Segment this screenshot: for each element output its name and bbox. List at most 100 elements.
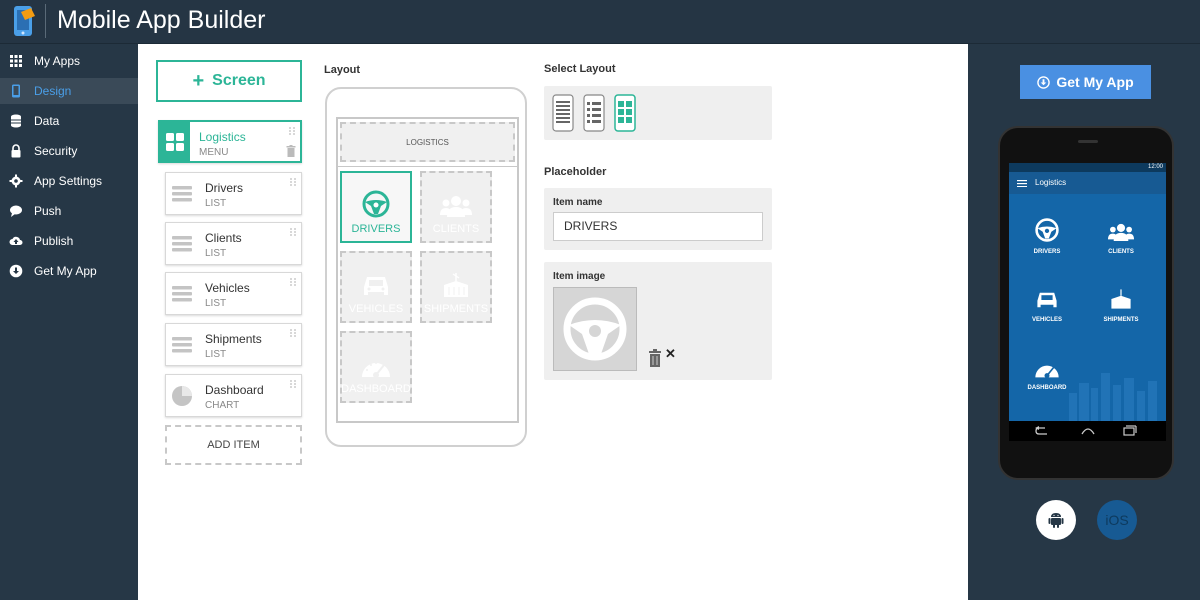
drag-handle-icon[interactable] bbox=[289, 177, 297, 187]
device-nav-bar bbox=[1009, 421, 1166, 441]
layout-phone-frame: LOGISTICS DRIVERS CLIENTS VEHICLES SHIPM… bbox=[325, 87, 527, 447]
layout-tile-shipments[interactable]: SHIPMENTS bbox=[420, 251, 492, 323]
sidebar-item-label: My Apps bbox=[34, 54, 81, 68]
drag-handle-icon[interactable] bbox=[288, 126, 296, 136]
back-icon[interactable] bbox=[1035, 426, 1049, 436]
pie-chart-icon bbox=[172, 386, 192, 406]
screen-item-type: LIST bbox=[205, 248, 227, 259]
drag-handle-icon[interactable] bbox=[289, 227, 297, 237]
preview-tile-label: VEHICLES bbox=[1031, 317, 1062, 323]
device-speaker bbox=[1078, 140, 1098, 143]
layout-tile-label: DRIVERS bbox=[351, 223, 401, 235]
cloud-upload-icon bbox=[9, 236, 23, 245]
sidebar-item-security[interactable]: Security bbox=[0, 138, 138, 164]
drag-handle-icon[interactable] bbox=[289, 379, 297, 389]
item-name-input[interactable]: DRIVERS bbox=[553, 212, 763, 241]
screen-item-name: Logistics bbox=[199, 130, 246, 144]
main-content: + Screen Logistics MENU Drivers LIST Cli… bbox=[138, 44, 968, 600]
screen-item-dashboard[interactable]: Dashboard CHART bbox=[165, 374, 302, 417]
screen-item-name: Drivers bbox=[205, 181, 243, 195]
grid-icon bbox=[10, 55, 22, 67]
sidebar-item-publish[interactable]: Publish bbox=[0, 228, 138, 254]
app-builder-logo-icon bbox=[14, 6, 35, 36]
item-image-label: Item image bbox=[553, 271, 606, 282]
gauge-icon bbox=[362, 362, 390, 378]
sidebar-item-my-apps[interactable]: My Apps bbox=[0, 48, 138, 74]
database-icon bbox=[11, 114, 21, 128]
get-my-app-button[interactable]: Get My App bbox=[1020, 65, 1151, 99]
screen-item-logistics[interactable]: Logistics MENU bbox=[158, 120, 302, 163]
preview-app-bar: Logistics bbox=[1009, 172, 1166, 194]
preview-tile-drivers[interactable]: DRIVERS bbox=[1017, 205, 1077, 255]
home-icon[interactable] bbox=[1080, 426, 1096, 436]
preview-tile-label: DRIVERS bbox=[1033, 249, 1061, 255]
item-image-panel: Item image ✕ bbox=[544, 262, 772, 380]
screen-item-vehicles[interactable]: Vehicles LIST bbox=[165, 272, 302, 315]
item-name-panel: Item name DRIVERS bbox=[544, 188, 772, 250]
device-screen: 12:00 Logistics DRIVERS CLIENTS VEHICLES… bbox=[1009, 163, 1166, 441]
preview-app-title: Logistics bbox=[1035, 178, 1067, 187]
sidebar-item-get-my-app[interactable]: Get My App bbox=[0, 258, 138, 284]
screen-item-clients[interactable]: Clients LIST bbox=[165, 222, 302, 265]
layout-tile-dashboard[interactable]: DASHBOARD bbox=[340, 331, 412, 403]
screen-item-drivers[interactable]: Drivers LIST bbox=[165, 172, 302, 215]
sidebar: My Apps Design Data Security App Setting… bbox=[0, 44, 138, 600]
get-my-app-label: Get My App bbox=[1056, 74, 1134, 90]
item-name-label: Item name bbox=[553, 197, 603, 208]
sidebar-item-label: Publish bbox=[34, 234, 74, 248]
download-circle-icon bbox=[9, 264, 23, 278]
shipment-icon bbox=[1111, 289, 1131, 309]
preview-panel: Get My App 12:00 Logistics DRIVERS CLIEN… bbox=[968, 44, 1200, 600]
placeholder-heading: Placeholder bbox=[544, 166, 607, 178]
lock-icon bbox=[11, 144, 21, 158]
drag-handle-icon[interactable] bbox=[289, 328, 297, 338]
screen-item-shipments[interactable]: Shipments LIST bbox=[165, 323, 302, 366]
drag-handle-icon[interactable] bbox=[289, 277, 297, 287]
gear-icon bbox=[9, 174, 23, 188]
add-screen-label: Screen bbox=[212, 72, 266, 89]
sidebar-item-design[interactable]: Design bbox=[0, 78, 138, 104]
layout-tile-clients[interactable]: CLIENTS bbox=[420, 171, 492, 243]
add-screen-button[interactable]: + Screen bbox=[156, 60, 302, 102]
screen-item-type: CHART bbox=[205, 400, 240, 411]
layout-header-placeholder[interactable]: LOGISTICS bbox=[340, 122, 515, 162]
list-icon bbox=[172, 337, 192, 353]
screen-item-type: MENU bbox=[199, 147, 229, 158]
screen-item-name: Dashboard bbox=[205, 383, 264, 397]
list-icon bbox=[172, 286, 192, 302]
preview-tile-vehicles[interactable]: VEHICLES bbox=[1017, 273, 1077, 323]
remove-image-icon[interactable]: ✕ bbox=[665, 346, 676, 362]
layout-divider bbox=[338, 166, 517, 167]
preview-tile-shipments[interactable]: SHIPMENTS bbox=[1091, 273, 1151, 323]
android-platform-button[interactable] bbox=[1036, 500, 1076, 540]
preview-tile-clients[interactable]: CLIENTS bbox=[1091, 205, 1151, 255]
plus-icon: + bbox=[192, 69, 205, 92]
ios-platform-button[interactable]: iOS bbox=[1097, 500, 1137, 540]
screen-item-type: LIST bbox=[205, 198, 227, 209]
preview-tile-label: SHIPMENTS bbox=[1103, 317, 1139, 323]
trash-icon[interactable] bbox=[648, 348, 662, 368]
layout-tile-vehicles[interactable]: VEHICLES bbox=[340, 251, 412, 323]
add-item-button[interactable]: ADD ITEM bbox=[165, 425, 302, 465]
app-title: Mobile App Builder bbox=[57, 6, 266, 34]
sidebar-item-data[interactable]: Data bbox=[0, 108, 138, 134]
select-layout-heading: Select Layout bbox=[544, 63, 616, 75]
layout-tile-label: SHIPMENTS bbox=[423, 303, 489, 315]
trash-icon[interactable] bbox=[286, 145, 296, 157]
shipment-icon bbox=[444, 273, 468, 297]
download-circle-icon bbox=[1037, 75, 1051, 89]
detail-list-layout-icon[interactable] bbox=[583, 94, 605, 132]
layout-canvas: LOGISTICS DRIVERS CLIENTS VEHICLES SHIPM… bbox=[336, 117, 519, 423]
item-image-preview[interactable] bbox=[553, 287, 637, 371]
layout-tile-label: CLIENTS bbox=[432, 223, 480, 235]
sidebar-item-app-settings[interactable]: App Settings bbox=[0, 168, 138, 194]
hamburger-menu-icon bbox=[1017, 180, 1027, 187]
grid-layout-icon[interactable] bbox=[614, 94, 636, 132]
status-bar: 12:00 bbox=[1009, 163, 1166, 172]
sidebar-item-label: App Settings bbox=[34, 174, 103, 188]
list-layout-icon[interactable] bbox=[552, 94, 574, 132]
sidebar-item-label: Get My App bbox=[34, 264, 97, 278]
recent-apps-icon[interactable] bbox=[1123, 425, 1137, 436]
sidebar-item-push[interactable]: Push bbox=[0, 198, 138, 224]
layout-tile-drivers[interactable]: DRIVERS bbox=[340, 171, 412, 243]
